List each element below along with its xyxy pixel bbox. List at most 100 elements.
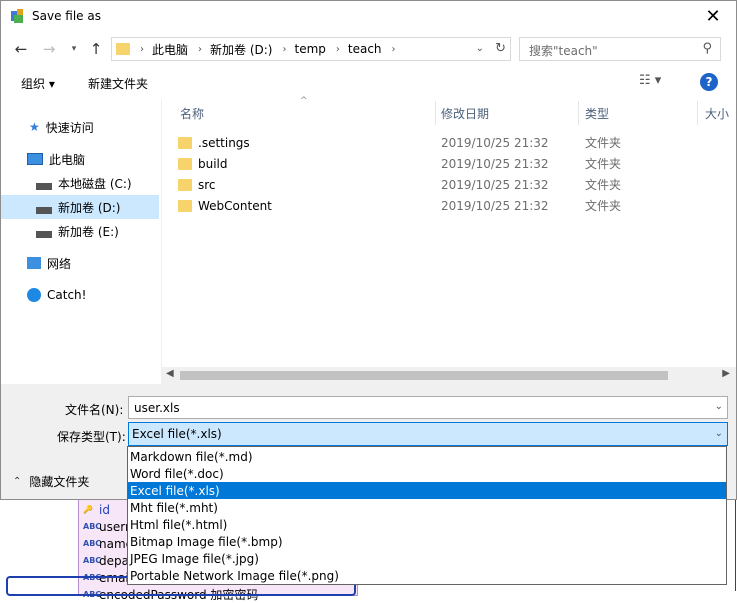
sidebar-item-drive-d[interactable]: 新加卷 (D:) (1, 195, 159, 219)
filename-input[interactable] (132, 400, 702, 416)
breadcrumb-this-pc[interactable]: 此电脑 (152, 41, 188, 58)
filetype-option[interactable]: Markdown file(*.md) (128, 448, 726, 465)
chevron-down-icon[interactable]: ⌄ (715, 401, 723, 412)
organize-button[interactable]: 组织 ▾ (21, 75, 55, 92)
catch-icon (27, 288, 41, 302)
file-type: 文件夹 (585, 178, 622, 192)
key-icon: 🔑 (83, 505, 93, 514)
file-date: 2019/10/25 21:32 (441, 177, 549, 192)
sidebar-item-label: 此电脑 (49, 152, 86, 167)
sidebar-item-label: 新加卷 (D:) (58, 200, 121, 215)
navigation-pane: ★ 快速访问 此电脑 本地磁盘 (C:) 新加卷 (D:) 新加卷 (E:) 网… (1, 99, 161, 384)
search-icon[interactable]: ⚲ (702, 41, 712, 56)
chevron-right-icon: › (282, 43, 287, 55)
file-name: build (198, 156, 228, 171)
drive-icon (36, 206, 52, 214)
save-dialog: Save file as ✕ ← → ▾ ↑ › 此电脑 › 新加卷 (D:) … (0, 0, 737, 500)
close-button[interactable]: ✕ (690, 1, 736, 32)
file-row[interactable]: build 2019/10/25 21:32 文件夹 (178, 153, 718, 174)
column-header-type[interactable]: 类型 (585, 99, 609, 127)
column-separator[interactable] (435, 101, 436, 125)
folder-icon (116, 43, 130, 55)
file-name: WebContent (198, 198, 272, 213)
column-separator[interactable] (578, 101, 579, 125)
arrow-left-icon: ← (14, 40, 28, 58)
sidebar-item-label: Catch! (47, 288, 87, 302)
file-type: 文件夹 (585, 157, 622, 171)
background-field-row: ABC name (83, 536, 134, 551)
column-separator[interactable] (697, 101, 698, 125)
sidebar-item-quick-access[interactable]: ★ 快速访问 (1, 115, 159, 139)
file-name: src (198, 177, 216, 192)
filetype-option[interactable]: Excel file(*.xls) (128, 482, 726, 499)
title-bar: Save file as ✕ (1, 1, 736, 32)
folder-icon (178, 178, 192, 191)
sidebar-item-label: 新加卷 (E:) (58, 224, 119, 239)
file-row[interactable]: .settings 2019/10/25 21:32 文件夹 (178, 132, 718, 153)
sidebar-item-drive-c[interactable]: 本地磁盘 (C:) (1, 171, 159, 195)
horizontal-scrollbar[interactable]: ◀ ▶ (162, 367, 736, 384)
address-bar[interactable]: › 此电脑 › 新加卷 (D:) › temp › teach › ⌄ ↻ (111, 37, 511, 61)
file-date: 2019/10/25 21:32 (441, 135, 549, 150)
recent-locations-button[interactable]: ▾ (63, 38, 85, 60)
file-type: 文件夹 (585, 199, 622, 213)
scroll-left-icon[interactable]: ◀ (166, 368, 174, 379)
new-folder-button[interactable]: 新建文件夹 (88, 75, 148, 92)
sidebar-item-label: 本地磁盘 (C:) (58, 176, 132, 191)
hide-folders-label: 隐藏文件夹 (29, 475, 90, 489)
star-icon: ★ (29, 120, 40, 134)
sort-ascending-icon: ^ (300, 96, 308, 106)
sidebar-item-label: 网络 (47, 256, 72, 271)
filetype-option[interactable]: Mht file(*.mht) (128, 499, 726, 516)
window-title: Save file as (32, 9, 101, 23)
filetype-option[interactable]: JPEG Image file(*.jpg) (128, 550, 726, 567)
chevron-right-icon: › (198, 43, 203, 55)
filetype-option[interactable]: Html file(*.html) (128, 516, 726, 533)
filetype-label: 保存类型(T): (57, 430, 126, 444)
filetype-option[interactable]: Bitmap Image file(*.bmp) (128, 533, 726, 550)
refresh-icon[interactable]: ↻ (495, 41, 506, 56)
file-list: ^ 名称 修改日期 类型 大小 .settings 2019/10/25 21:… (162, 96, 736, 384)
folder-icon (178, 157, 192, 170)
chevron-up-icon: ⌃ (13, 476, 22, 487)
address-dropdown-icon[interactable]: ⌄ (476, 43, 484, 54)
column-header-size[interactable]: 大小 (705, 99, 729, 127)
sidebar-item-label: 快速访问 (45, 120, 94, 135)
search-placeholder: 搜索"teach" (529, 44, 598, 58)
file-name: .settings (198, 135, 250, 150)
sidebar-item-drive-e[interactable]: 新加卷 (E:) (1, 219, 159, 243)
breadcrumb-drive-d[interactable]: 新加卷 (D:) (210, 41, 272, 58)
breadcrumb-teach[interactable]: teach (348, 42, 382, 56)
folder-icon (178, 136, 192, 149)
forward-button[interactable]: → (38, 38, 60, 60)
up-button[interactable]: ↑ (85, 38, 107, 60)
drive-icon (36, 230, 52, 238)
sidebar-item-network[interactable]: 网络 (1, 251, 159, 275)
filename-field[interactable]: ⌄ (128, 396, 728, 419)
scrollbar-thumb[interactable] (180, 371, 668, 380)
file-row[interactable]: src 2019/10/25 21:32 文件夹 (178, 174, 718, 195)
sidebar-item-catch[interactable]: Catch! (1, 283, 159, 307)
background-field-row: ABC depa (83, 553, 129, 568)
filetype-option[interactable]: Portable Network Image file(*.png) (128, 567, 726, 584)
hide-folders-button[interactable]: ⌃ 隐藏文件夹 (13, 473, 89, 490)
file-date: 2019/10/25 21:32 (441, 156, 549, 171)
filename-label: 文件名(N): (65, 403, 124, 417)
breadcrumb-temp[interactable]: temp (294, 42, 325, 56)
filetype-select[interactable]: Excel file(*.xls) ⌄ (128, 422, 728, 446)
back-button[interactable]: ← (10, 38, 32, 60)
column-header-date[interactable]: 修改日期 (441, 99, 489, 127)
filetype-dropdown-list: Markdown file(*.md) Word file(*.doc) Exc… (127, 446, 727, 585)
chevron-down-icon[interactable]: ⌄ (715, 428, 723, 439)
folder-icon (178, 199, 192, 212)
view-options-icon[interactable]: ☷ ▾ (639, 73, 661, 88)
help-icon[interactable]: ? (700, 73, 718, 91)
search-box[interactable]: 搜索"teach" ⚲ (519, 37, 721, 61)
arrow-up-icon: ↑ (89, 40, 103, 58)
filetype-option[interactable]: Word file(*.doc) (128, 465, 726, 482)
abc-type-icon: ABC (83, 539, 102, 548)
scroll-right-icon[interactable]: ▶ (722, 368, 730, 379)
file-row[interactable]: WebContent 2019/10/25 21:32 文件夹 (178, 195, 718, 216)
sidebar-item-this-pc[interactable]: 此电脑 (1, 147, 159, 171)
column-header-name[interactable]: 名称 (180, 99, 204, 127)
